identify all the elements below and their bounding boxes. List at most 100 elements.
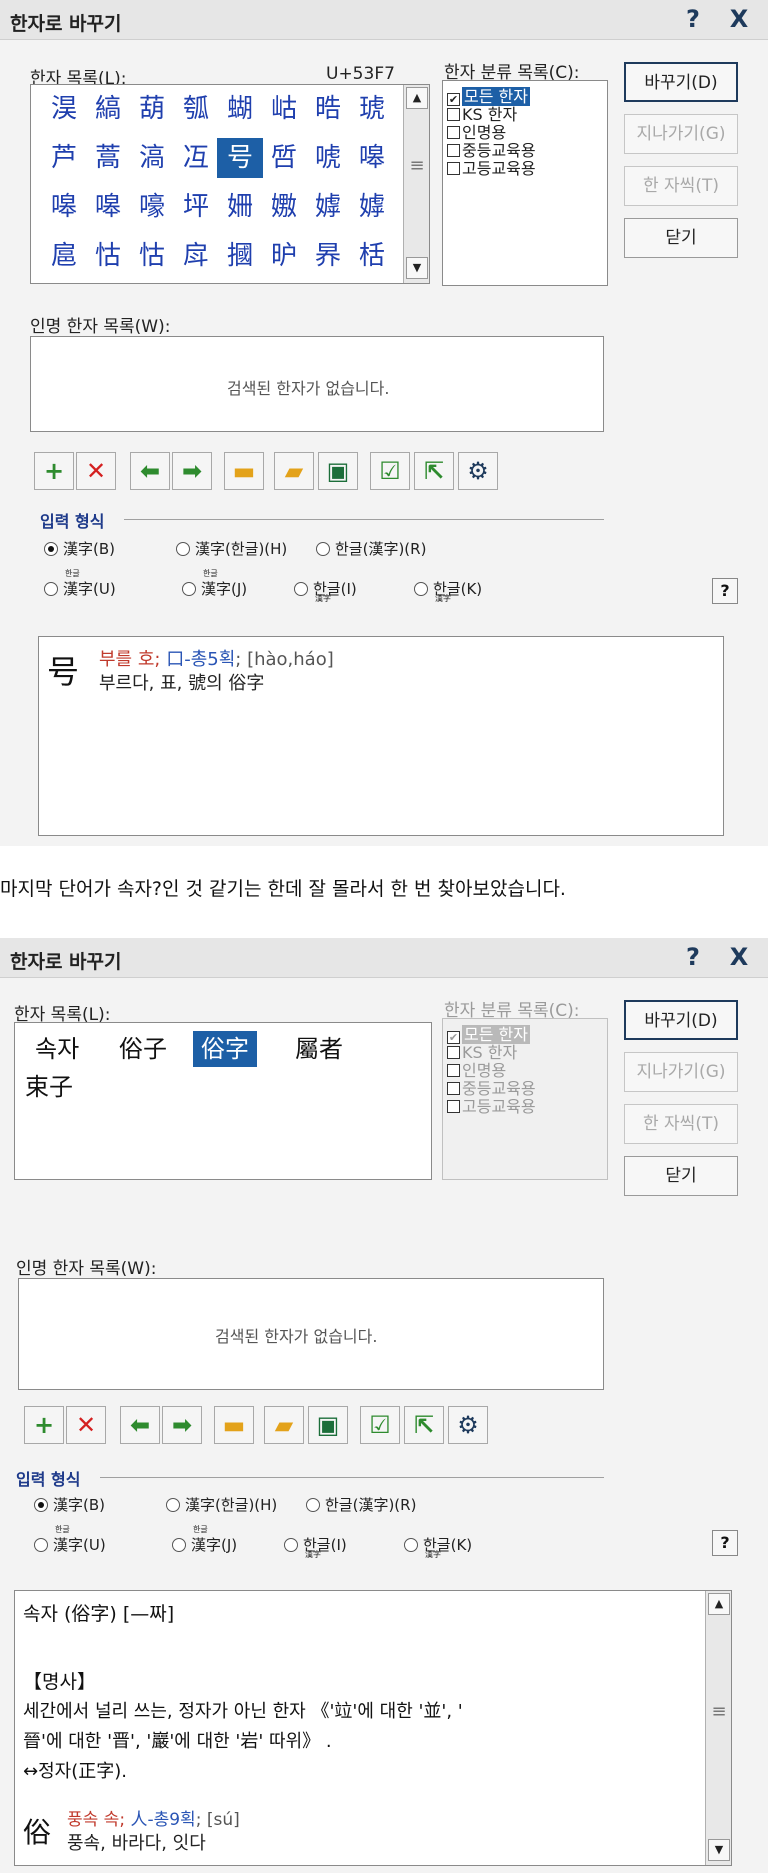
format-help-button[interactable]: ?: [712, 578, 738, 604]
hanja-cell[interactable]: 葫: [129, 89, 175, 129]
hanja-cell[interactable]: 栝: [349, 236, 395, 276]
radio-button-icon[interactable]: [306, 1498, 320, 1512]
format-radio[interactable]: 한글(I) 漢字: [294, 578, 357, 603]
checklist-button[interactable]: ☑: [360, 1406, 400, 1444]
hanja-cell[interactable]: 嗥: [85, 187, 131, 227]
hanja-cell[interactable]: 縞: [85, 89, 131, 129]
skip-button[interactable]: 지나가기(G): [624, 1052, 738, 1092]
hanja-cell[interactable]: 姍: [217, 187, 263, 227]
hanja-cell[interactable]: 昈: [261, 236, 307, 276]
hanja-word-list[interactable]: 속자 俗子 俗字 屬者 束子: [14, 1022, 432, 1180]
name-hanja-list[interactable]: 검색된 한자가 없습니다.: [30, 336, 604, 432]
hanja-list-scrollbar[interactable]: ▲ ≡ ▼: [403, 85, 429, 283]
dictionary-scrollbar[interactable]: ▲ ≡ ▼: [705, 1591, 731, 1865]
delete-button[interactable]: ✕: [66, 1406, 106, 1444]
category-checkbox[interactable]: [447, 162, 460, 175]
close-button[interactable]: 닫기: [624, 218, 738, 258]
radio-button-icon[interactable]: [44, 542, 58, 556]
hanja-word-item[interactable]: 俗字: [193, 1031, 257, 1067]
scroll-up-icon[interactable]: ▲: [406, 87, 428, 109]
hanja-cell[interactable]: 扈: [41, 236, 87, 276]
format-radio[interactable]: 漢字(J) 한글: [172, 1526, 237, 1555]
open-folder-button[interactable]: ▬: [224, 452, 264, 490]
add-button[interactable]: +: [34, 452, 74, 490]
hanja-word-item[interactable]: 屬者: [287, 1031, 351, 1067]
hanja-word-item[interactable]: 俗子: [111, 1031, 175, 1067]
one-by-one-button[interactable]: 한 자씩(T): [624, 166, 738, 206]
hanja-cell[interactable]: 坪: [173, 187, 219, 227]
scroll-thumb[interactable]: ≡: [408, 155, 426, 176]
hanja-cell[interactable]: 戽: [173, 236, 219, 276]
category-item[interactable]: 고등교육용: [447, 155, 536, 179]
hanja-cell[interactable]: 琥: [349, 89, 395, 129]
format-radio[interactable]: 한글(K) 漢字: [404, 1534, 472, 1559]
hanja-word-item[interactable]: 속자: [27, 1031, 87, 1067]
arrow-left-button[interactable]: ⬅: [120, 1406, 160, 1444]
hanja-cell[interactable]: 啠: [261, 138, 307, 178]
radio-button-icon[interactable]: [166, 1498, 180, 1512]
dictionary-box[interactable]: 속자 (俗字) [—짜] 【명사】 세간에서 널리 쓰는, 정자가 아닌 한자 …: [14, 1590, 732, 1866]
hanja-cell[interactable]: 摑: [217, 236, 263, 276]
folder-button[interactable]: ▰: [264, 1406, 304, 1444]
hanja-cell[interactable]: 嗥: [349, 138, 395, 178]
one-by-one-button[interactable]: 한 자씩(T): [624, 1104, 738, 1144]
format-radio[interactable]: 漢字(U) 한글: [44, 570, 116, 599]
radio-button-icon[interactable]: [414, 582, 428, 596]
scroll-up-icon[interactable]: ▲: [708, 1593, 730, 1615]
hanja-cell[interactable]: 岵: [261, 89, 307, 129]
radio-button-icon[interactable]: [404, 1538, 418, 1552]
hanja-cell[interactable]: 嚎: [129, 187, 175, 227]
radio-button-icon[interactable]: [176, 542, 190, 556]
close-icon[interactable]: X: [722, 3, 756, 35]
scroll-down-icon[interactable]: ▼: [708, 1839, 730, 1861]
category-list[interactable]: ✔ 모든 한자 KS 한자 인명용 중등교육용 고등교육용: [442, 80, 608, 286]
save-button[interactable]: ▣: [318, 452, 358, 490]
radio-button-icon[interactable]: [294, 582, 308, 596]
format-radio[interactable]: 漢字(U) 한글: [34, 1526, 106, 1555]
radio-button-icon[interactable]: [44, 582, 58, 596]
scroll-down-icon[interactable]: ▼: [406, 257, 428, 279]
category-list[interactable]: ✔ 모든 한자 KS 한자 인명용 중등교육용 고등교육용: [442, 1018, 608, 1180]
hanja-cell[interactable]: 怙: [129, 236, 175, 276]
hanja-cell[interactable]: 蝴: [217, 89, 263, 129]
import-button[interactable]: ⇱: [404, 1406, 444, 1444]
arrow-left-button[interactable]: ⬅: [130, 452, 170, 490]
format-radio[interactable]: 漢字(J) 한글: [182, 570, 247, 599]
checklist-button[interactable]: ☑: [370, 452, 410, 490]
radio-button-icon[interactable]: [284, 1538, 298, 1552]
format-radio[interactable]: 漢字(B): [44, 538, 115, 559]
hanja-cell[interactable]: 淏: [41, 89, 87, 129]
name-hanja-list[interactable]: 검색된 한자가 없습니다.: [18, 1278, 604, 1390]
format-radio[interactable]: 한글(K) 漢字: [414, 578, 482, 603]
hanja-cell[interactable]: 瓠: [173, 89, 219, 129]
hanja-list[interactable]: ▲ ≡ ▼ 淏縞葫瓠蝴岵晧琥芦蒿滈冱号啠唬嗥嗥嗥嚎坪姍嫐嫭嫭扈怙怙戽摑昈昦栝: [30, 84, 430, 284]
scroll-thumb[interactable]: ≡: [710, 1701, 728, 1722]
arrow-right-button[interactable]: ➡: [162, 1406, 202, 1444]
format-radio[interactable]: 한글(漢字)(R): [316, 538, 426, 559]
replace-button[interactable]: 바꾸기(D): [624, 1000, 738, 1040]
format-radio[interactable]: 漢字(한글)(H): [176, 538, 287, 559]
settings-button[interactable]: ⚙: [448, 1406, 488, 1444]
hanja-cell[interactable]: 号: [217, 138, 263, 178]
category-item[interactable]: 고등교육용: [447, 1093, 536, 1117]
skip-button[interactable]: 지나가기(G): [624, 114, 738, 154]
help-icon[interactable]: ?: [676, 941, 710, 973]
add-button[interactable]: +: [24, 1406, 64, 1444]
delete-button[interactable]: ✕: [76, 452, 116, 490]
radio-button-icon[interactable]: [172, 1538, 186, 1552]
hanja-cell[interactable]: 嗥: [41, 187, 87, 227]
hanja-cell[interactable]: 芦: [41, 138, 87, 178]
radio-button-icon[interactable]: [182, 582, 196, 596]
hanja-cell[interactable]: 唬: [305, 138, 351, 178]
folder-button[interactable]: ▰: [274, 452, 314, 490]
hanja-cell[interactable]: 昦: [305, 236, 351, 276]
help-icon[interactable]: ?: [676, 3, 710, 35]
close-icon[interactable]: X: [722, 941, 756, 973]
format-radio[interactable]: 漢字(한글)(H): [166, 1494, 277, 1515]
import-button[interactable]: ⇱: [414, 452, 454, 490]
open-folder-button[interactable]: ▬: [214, 1406, 254, 1444]
format-help-button[interactable]: ?: [712, 1530, 738, 1556]
format-radio[interactable]: 한글(I) 漢字: [284, 1534, 347, 1559]
replace-button[interactable]: 바꾸기(D): [624, 62, 738, 102]
hanja-cell[interactable]: 嫭: [305, 187, 351, 227]
